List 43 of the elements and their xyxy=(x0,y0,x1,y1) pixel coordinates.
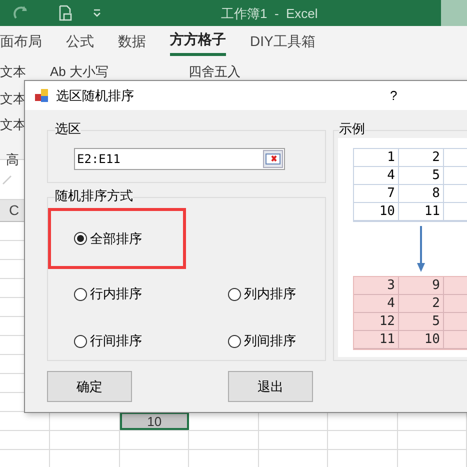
table-cell: 4 xyxy=(354,167,399,185)
table-cell: 5 xyxy=(399,313,444,331)
ribbon-item[interactable]: 文本 xyxy=(0,62,40,82)
ribbon-tab[interactable]: DIY工具箱 xyxy=(250,26,316,56)
table-cell: 9 xyxy=(399,277,444,295)
radio-button[interactable]: 列间排序 xyxy=(228,331,296,351)
dialog-title: 选区随机排序 xyxy=(56,86,134,105)
group-label: 选区 xyxy=(55,121,81,137)
ribbon-tab[interactable]: 公式 xyxy=(66,26,94,56)
ribbon-tab[interactable]: 数据 xyxy=(118,26,146,56)
print-preview-icon[interactable] xyxy=(58,5,72,21)
table-cell: 3 xyxy=(354,277,399,295)
dialog-button[interactable]: 退出 xyxy=(228,371,313,402)
down-arrow-icon xyxy=(416,226,426,272)
table-cell: 11 xyxy=(354,331,399,349)
app-icon xyxy=(34,88,50,104)
table-cell: 10 xyxy=(354,203,399,221)
customize-icon[interactable] xyxy=(92,8,102,18)
dialog-button[interactable]: 确定 xyxy=(47,371,132,402)
group-label: 示例 xyxy=(339,121,365,137)
case-dropdown[interactable]: Ab 大小写 xyxy=(50,62,109,78)
range-picker-icon[interactable] xyxy=(263,150,283,168)
table-cell: 2 xyxy=(399,149,444,167)
table-cell: 2 xyxy=(399,295,444,313)
radio-button[interactable]: 行间排序 xyxy=(74,331,142,351)
range-field[interactable]: E2:E11 xyxy=(74,148,285,170)
table-cell: 8 xyxy=(399,185,444,203)
window-title: 工作簿1 - Excel xyxy=(221,5,318,23)
table-cell: 1 xyxy=(354,149,399,167)
table-cell: 10 xyxy=(399,331,444,349)
table-cell: 12 xyxy=(354,313,399,331)
help-button[interactable]: ? xyxy=(390,86,398,106)
round-dropdown[interactable]: 四舍五入 xyxy=(188,62,241,78)
table-cell: 7 xyxy=(354,185,399,203)
table-cell: 11 xyxy=(399,203,444,221)
radio-button[interactable]: 行内排序 xyxy=(74,284,142,304)
radio-button[interactable]: 列内排序 xyxy=(228,284,296,304)
radio-button[interactable]: 全部排序 xyxy=(74,228,142,248)
group-label: 随机排序方式 xyxy=(55,188,133,204)
table-cell: 4 xyxy=(354,295,399,313)
selected-cell[interactable]: 10 xyxy=(120,412,190,430)
ribbon-tab[interactable]: 面布局 xyxy=(0,26,42,56)
table-cell: 5 xyxy=(399,167,444,185)
